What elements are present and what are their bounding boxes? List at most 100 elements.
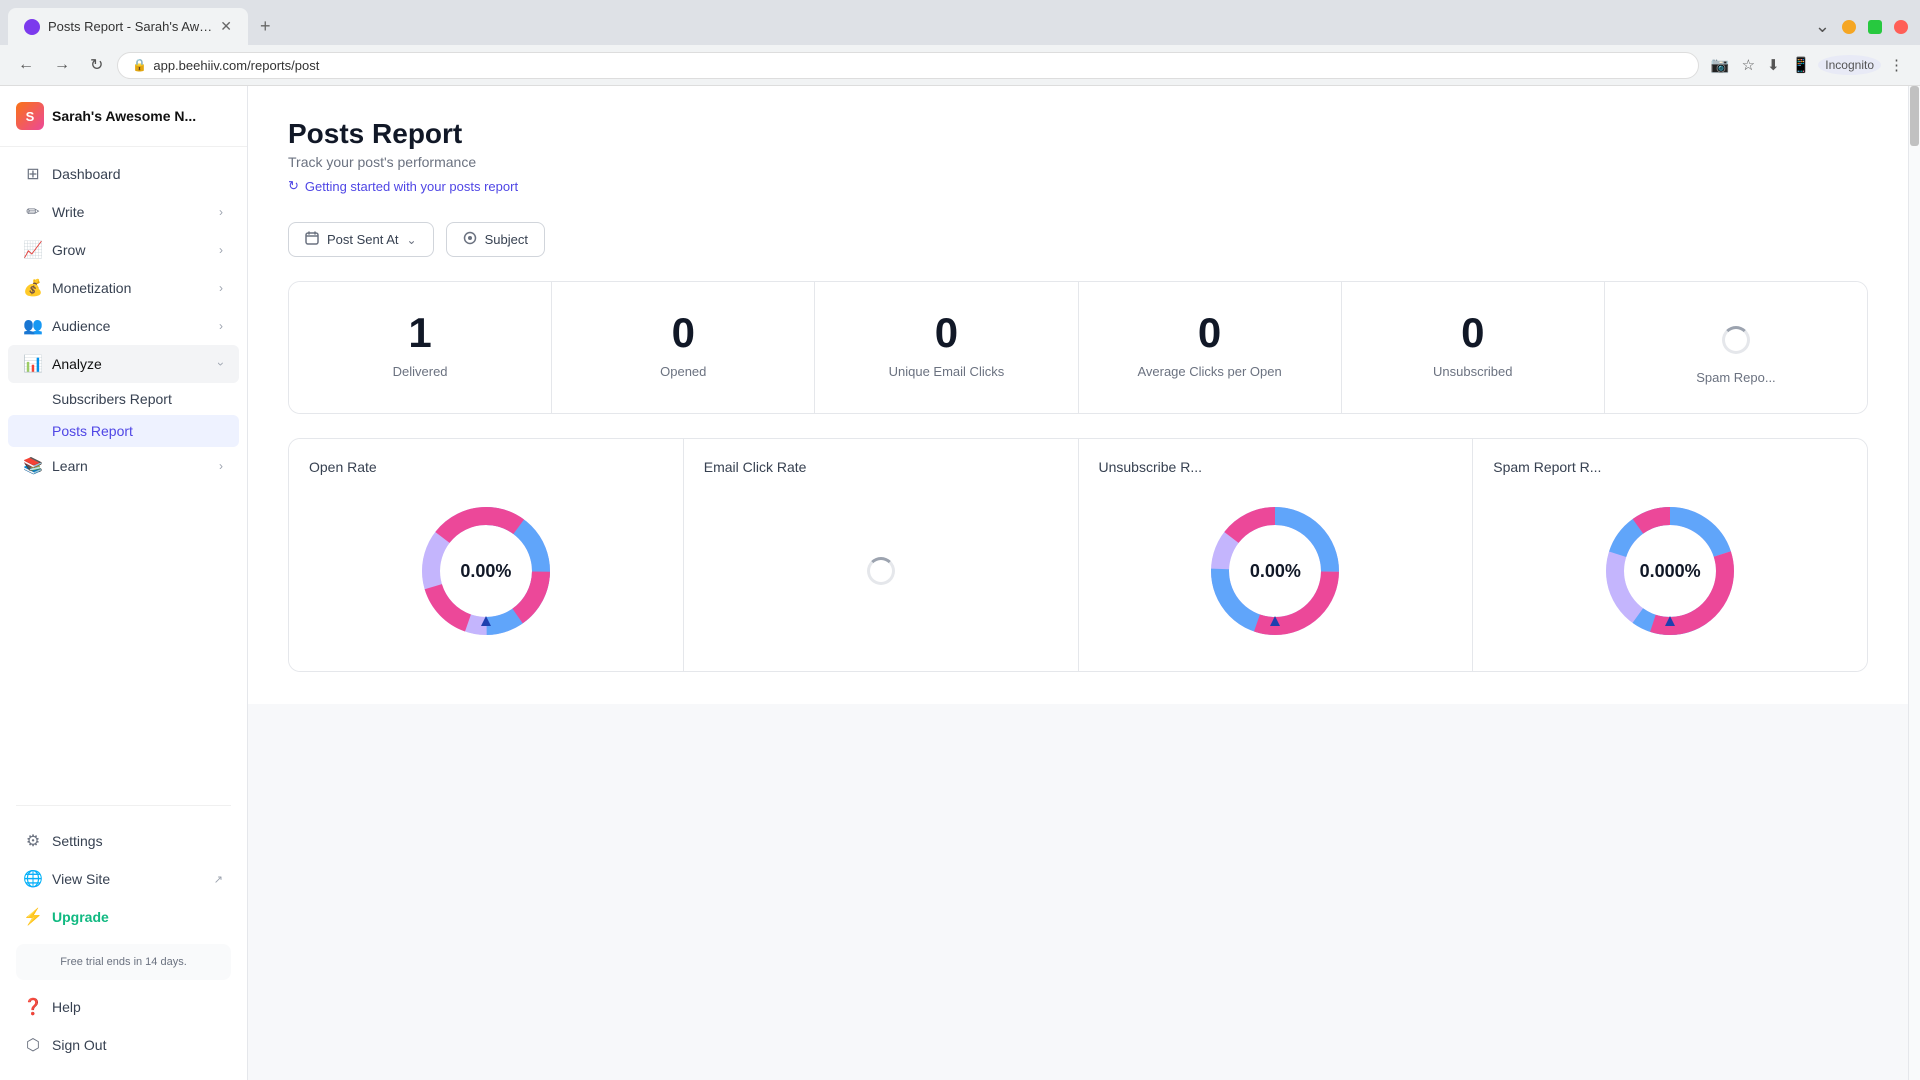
monetization-icon: 💰: [24, 279, 42, 297]
minimize-button[interactable]: [1842, 20, 1856, 34]
browser-tab[interactable]: Posts Report - Sarah's Awesome N... ✕: [8, 8, 248, 45]
sidebar-header: S Sarah's Awesome N...: [0, 86, 247, 147]
sidebar-label-analyze: Analyze: [52, 356, 209, 372]
sidebar-label-sign-out: Sign Out: [52, 1037, 223, 1053]
chevron-down-icon: ›: [214, 362, 228, 366]
chart-card-spam-report-rate: Spam Report R... 0.000%: [1473, 439, 1867, 671]
chevron-down-icon: ›: [219, 281, 223, 295]
spinner-icon: [1722, 326, 1750, 354]
browser-chrome: Posts Report - Sarah's Awesome N... ✕ + …: [0, 0, 1920, 86]
back-button[interactable]: ←: [12, 52, 40, 78]
device-button[interactable]: 📱: [1788, 52, 1815, 78]
scrollbar-thumb[interactable]: [1910, 86, 1919, 146]
stat-card-unique-email-clicks: 0 Unique Email Clicks: [815, 282, 1078, 413]
chart-container-spam-report-rate: 0.000%: [1493, 491, 1847, 651]
forward-button[interactable]: →: [48, 52, 76, 78]
sidebar-item-learn[interactable]: 📚 Learn ›: [8, 447, 239, 485]
sidebar: S Sarah's Awesome N... ⊞ Dashboard ✏ Wri…: [0, 86, 248, 1080]
upgrade-icon: ⚡: [24, 908, 42, 926]
audience-icon: 👥: [24, 317, 42, 335]
sidebar-item-monetization[interactable]: 💰 Monetization ›: [8, 269, 239, 307]
chart-loading-email-click-rate: [704, 491, 1058, 651]
sidebar-item-posts-report[interactable]: Posts Report: [8, 415, 239, 447]
scrollbar-track[interactable]: [1908, 86, 1920, 1080]
sign-out-icon: ⬡: [24, 1036, 42, 1054]
sidebar-item-write[interactable]: ✏ Write ›: [8, 193, 239, 231]
sidebar-item-audience[interactable]: 👥 Audience ›: [8, 307, 239, 345]
camera-icon-button[interactable]: 📷: [1707, 52, 1734, 78]
main-content: Posts Report Track your post's performan…: [248, 86, 1908, 704]
sidebar-item-upgrade[interactable]: ⚡ Upgrade: [8, 898, 239, 936]
sidebar-label-subscribers-report: Subscribers Report: [52, 391, 172, 407]
view-site-icon: 🌐: [24, 870, 42, 888]
browser-toolbar: ← → ↻ 🔒 app.beehiiv.com/reports/post 📷 ☆…: [0, 45, 1920, 85]
filter-post-sent-at-label: Post Sent At: [327, 232, 399, 247]
help-icon: ❓: [24, 998, 42, 1016]
new-tab-button[interactable]: +: [248, 8, 283, 45]
stat-value-opened: 0: [572, 310, 794, 356]
stat-label-delivered: Delivered: [309, 364, 531, 379]
stat-card-spam-report: Spam Repo...: [1605, 282, 1867, 413]
calendar-icon: [305, 231, 319, 248]
write-icon: ✏: [24, 203, 42, 221]
sidebar-item-sign-out[interactable]: ⬡ Sign Out: [8, 1026, 239, 1064]
sidebar-item-help[interactable]: ❓ Help: [8, 988, 239, 1026]
main-scroll: Posts Report Track your post's performan…: [248, 86, 1908, 1080]
sidebar-label-settings: Settings: [52, 833, 223, 849]
stat-label-avg-clicks-per-open: Average Clicks per Open: [1099, 364, 1321, 379]
sidebar-label-upgrade: Upgrade: [52, 909, 223, 925]
download-button[interactable]: ⬇: [1763, 52, 1784, 78]
app-body: S Sarah's Awesome N... ⊞ Dashboard ✏ Wri…: [0, 86, 1920, 1080]
sidebar-item-view-site[interactable]: 🌐 View Site ↗: [8, 860, 239, 898]
sidebar-item-dashboard[interactable]: ⊞ Dashboard: [8, 155, 239, 193]
sidebar-label-grow: Grow: [52, 242, 209, 258]
tab-close-button[interactable]: ✕: [220, 18, 232, 35]
chevron-down-icon: ›: [219, 319, 223, 333]
chevron-down-icon: ›: [219, 243, 223, 257]
address-bar[interactable]: 🔒 app.beehiiv.com/reports/post: [117, 52, 1698, 79]
chart-title-email-click-rate: Email Click Rate: [704, 459, 1058, 475]
sidebar-label-dashboard: Dashboard: [52, 166, 223, 182]
stat-value-delivered: 1: [309, 310, 531, 356]
stat-value-avg-clicks-per-open: 0: [1099, 310, 1321, 356]
chart-container-open-rate: 0.00%: [309, 491, 663, 651]
sidebar-item-grow[interactable]: 📈 Grow ›: [8, 231, 239, 269]
sidebar-footer: ⚙ Settings 🌐 View Site ↗ ⚡ Upgrade Free …: [0, 814, 247, 1080]
help-link-icon: ↻: [288, 178, 299, 194]
filter-post-sent-at[interactable]: Post Sent At ⌄: [288, 222, 434, 257]
chart-title-open-rate: Open Rate: [309, 459, 663, 475]
more-button[interactable]: ⋮: [1885, 52, 1908, 78]
bookmark-button[interactable]: ☆: [1738, 52, 1759, 78]
spam-report-loading: [1625, 310, 1847, 370]
stat-label-spam-report: Spam Repo...: [1625, 370, 1847, 385]
url-text: app.beehiiv.com/reports/post: [153, 58, 319, 73]
chart-container-unsubscribe-rate: 0.00%: [1099, 491, 1453, 651]
chevron-down-icon: ›: [219, 205, 223, 219]
page-title: Posts Report: [288, 118, 1868, 150]
sidebar-divider: [16, 805, 231, 806]
spinner-icon: [867, 557, 895, 585]
stat-value-unsubscribed: 0: [1362, 310, 1584, 356]
lock-icon: 🔒: [132, 58, 147, 72]
maximize-button[interactable]: [1868, 20, 1882, 34]
chart-title-spam-report-rate: Spam Report R...: [1493, 459, 1847, 475]
profile-button[interactable]: Incognito: [1818, 55, 1881, 75]
tab-favicon: [24, 19, 40, 35]
sidebar-nav: ⊞ Dashboard ✏ Write › 📈 Grow › 💰 Monetiz…: [0, 147, 247, 797]
stat-card-avg-clicks-per-open: 0 Average Clicks per Open: [1079, 282, 1342, 413]
brand-avatar: S: [16, 102, 44, 130]
dashboard-icon: ⊞: [24, 165, 42, 183]
sidebar-item-subscribers-report[interactable]: Subscribers Report: [8, 383, 239, 415]
trial-text: Free trial ends in 14 days.: [28, 956, 219, 968]
filter-subject[interactable]: Subject: [446, 222, 545, 257]
tab-chevron-down[interactable]: ⌄: [1815, 16, 1830, 37]
help-link[interactable]: ↻ Getting started with your posts report: [288, 178, 1868, 194]
stat-value-unique-email-clicks: 0: [835, 310, 1057, 356]
close-button[interactable]: [1894, 20, 1908, 34]
sidebar-item-analyze[interactable]: 📊 Analyze ›: [8, 345, 239, 383]
sidebar-item-settings[interactable]: ⚙ Settings: [8, 822, 239, 860]
spam-report-rate-value: 0.000%: [1640, 561, 1701, 582]
chart-card-email-click-rate: Email Click Rate: [684, 439, 1079, 671]
brand-name: Sarah's Awesome N...: [52, 108, 196, 124]
refresh-button[interactable]: ↻: [84, 51, 109, 79]
